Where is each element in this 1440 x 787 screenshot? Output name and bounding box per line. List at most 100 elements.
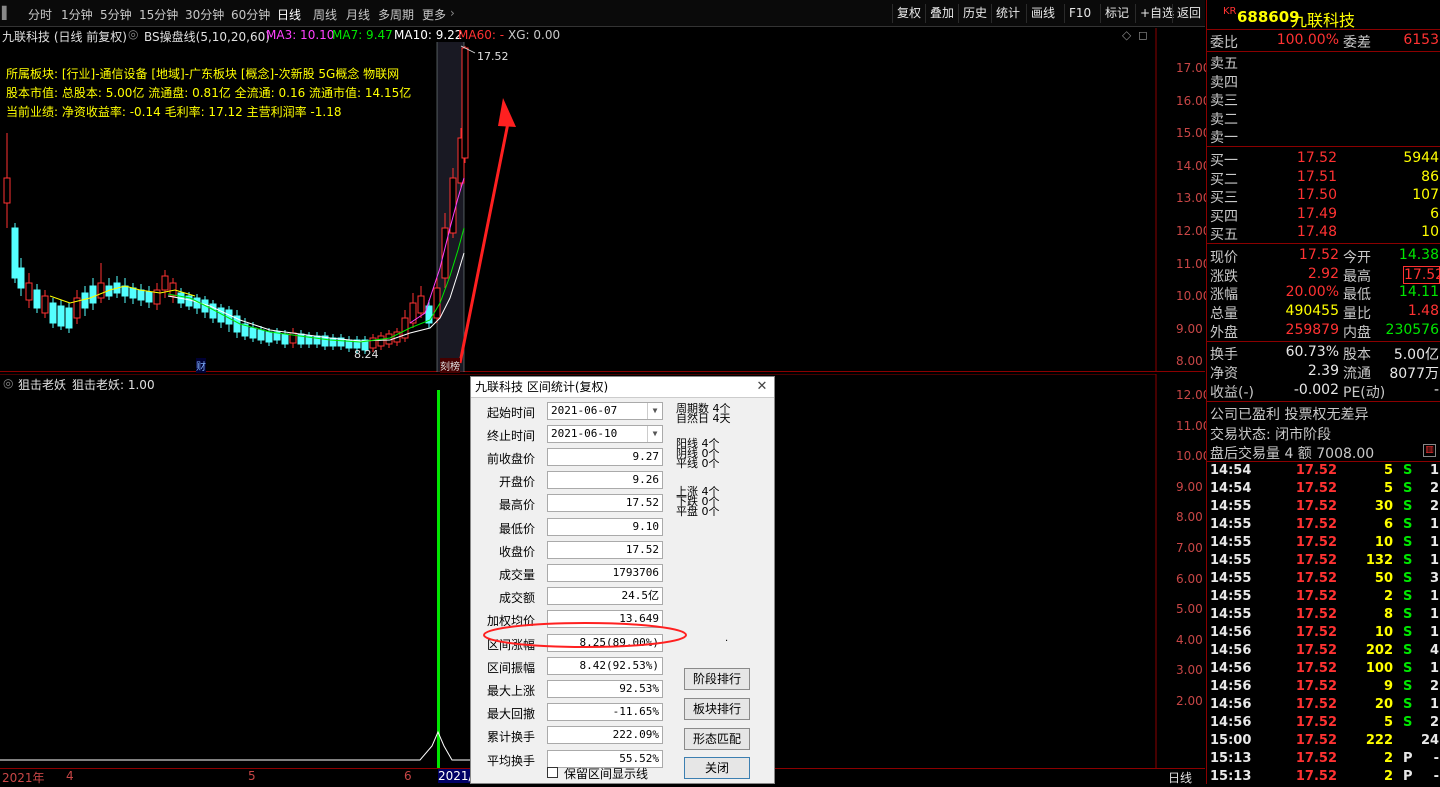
pattern-match-button[interactable]: 形态匹配 xyxy=(684,728,750,750)
period-tab-3[interactable]: 15分钟 xyxy=(139,6,178,23)
field-value-0: 9.27 xyxy=(547,448,663,466)
buy-label: 买二 xyxy=(1210,171,1238,188)
tick-volume: 5 xyxy=(1383,715,1393,730)
finance-marker[interactable]: 财 xyxy=(196,358,206,373)
tick-price: 17.52 xyxy=(1295,643,1337,658)
buy-row-3: 买四 17.49 6 xyxy=(1207,205,1440,225)
tick-time: 14:56 xyxy=(1210,643,1252,658)
field-value-5: 1793706 xyxy=(547,564,663,582)
tick-time: 14:56 xyxy=(1210,715,1252,730)
tool-button-2[interactable]: 历史 xyxy=(958,4,991,23)
chart-icon[interactable]: ▥ xyxy=(1423,444,1436,457)
tick-side: S xyxy=(1403,607,1413,622)
sell-row-0: 卖五 xyxy=(1207,53,1440,72)
candle-body xyxy=(377,335,385,347)
highlight-ellipse xyxy=(483,622,687,648)
tool-button-0[interactable]: 复权 xyxy=(892,4,925,23)
trade-status: 交易状态: 闭市阶段 xyxy=(1210,427,1332,443)
stat-row-4: 外盘 259879 内盘 230576 xyxy=(1207,322,1440,341)
sell-label: 卖三 xyxy=(1210,93,1238,109)
stat-label: 最高 xyxy=(1343,268,1371,285)
tool-button-4[interactable]: 画线 xyxy=(1026,4,1059,23)
tick-row: 14:55 17.52 30 S 2 xyxy=(1207,499,1440,517)
close-button[interactable]: 关闭 xyxy=(684,757,750,779)
tool-button-1[interactable]: 叠加 xyxy=(925,4,958,23)
buy-volume: 6 xyxy=(1430,205,1439,222)
tick-time: 14:56 xyxy=(1210,697,1252,712)
stat2-value: -0.002 xyxy=(1293,382,1339,398)
tick-count: 1 xyxy=(1429,589,1439,604)
tool-button-8[interactable]: 返回 xyxy=(1172,4,1205,23)
tick-volume: 222 xyxy=(1365,733,1393,748)
period-tab-9[interactable]: 多周期 xyxy=(378,6,414,23)
stat2-value: - xyxy=(1433,382,1439,398)
sell-label: 卖一 xyxy=(1210,130,1238,146)
end-date-picker[interactable]: 2021-06-10 ▼ xyxy=(547,425,663,443)
candle-body xyxy=(385,333,393,345)
period-tab-10[interactable]: 更多 xyxy=(422,6,446,23)
tick-price: 17.52 xyxy=(1295,697,1337,712)
start-date-picker[interactable]: 2021-06-07 ▼ xyxy=(547,402,663,420)
sell-label: 卖四 xyxy=(1210,74,1238,91)
period-tab-4[interactable]: 30分钟 xyxy=(185,6,224,23)
signal-bar xyxy=(437,390,440,768)
tick-price: 17.52 xyxy=(1295,589,1337,604)
tool-button-5[interactable]: F10 xyxy=(1064,4,1095,23)
stat2-label: 收益(-) xyxy=(1210,385,1254,401)
period-tab-5[interactable]: 60分钟 xyxy=(231,6,270,23)
chevron-right-icon[interactable]: › xyxy=(450,6,455,20)
period-tab-2[interactable]: 5分钟 xyxy=(100,6,132,23)
ytick-sub: 8.00 xyxy=(1176,510,1203,525)
candle-body xyxy=(313,335,321,345)
tick-time: 14:55 xyxy=(1210,553,1252,568)
axis-cursor-label: 2021/ xyxy=(438,769,473,783)
candle-body xyxy=(433,287,441,319)
field-label-12: 累计换手 xyxy=(486,730,535,745)
stat2-value: 60.73% xyxy=(1285,344,1339,360)
stat2-row-2: 收益(-) -0.002 PE(动) - xyxy=(1207,382,1440,401)
sector-rank-button[interactable]: 板块排行 xyxy=(684,698,750,720)
stock-name: 九联科技 xyxy=(1291,11,1356,30)
keep-range-checkbox[interactable] xyxy=(547,767,558,778)
field-label-2: 最高价 xyxy=(498,498,535,513)
close-icon[interactable]: ✕ xyxy=(754,379,770,395)
tool-button-6[interactable]: 标记 xyxy=(1100,4,1133,23)
buy-row-4: 买五 17.48 10 xyxy=(1207,224,1440,243)
tick-time: 14:55 xyxy=(1210,517,1252,532)
menu-icon[interactable]: ▌ xyxy=(2,6,11,20)
stat-value: 2.92 xyxy=(1307,265,1339,282)
candle-body xyxy=(249,327,257,339)
buy-price: 17.48 xyxy=(1296,224,1337,240)
company-info: 公司已盈利 投票权无差异 xyxy=(1210,407,1369,423)
period-tab-0[interactable]: 分时 xyxy=(28,6,52,23)
period-tab-6[interactable]: 日线 xyxy=(277,6,301,23)
field-value-6: 24.5亿 xyxy=(547,587,663,606)
tick-side: S xyxy=(1403,643,1413,658)
tick-volume: 5 xyxy=(1383,481,1393,496)
tick-time: 14:54 xyxy=(1210,481,1252,496)
buy-label: 买五 xyxy=(1210,227,1238,243)
stat-label: 涨幅 xyxy=(1210,287,1238,304)
tick-side: S xyxy=(1403,589,1413,604)
period-tab-1[interactable]: 1分钟 xyxy=(61,6,93,23)
tick-time: 14:55 xyxy=(1210,571,1252,586)
axis-label: 5 xyxy=(248,769,256,783)
sell-label: 卖五 xyxy=(1210,56,1238,72)
tick-count: 1 xyxy=(1429,607,1439,622)
tick-volume: 9 xyxy=(1383,679,1393,694)
tick-price: 17.52 xyxy=(1295,571,1337,586)
tool-button-3[interactable]: 统计 xyxy=(991,4,1024,23)
main-kline-chart[interactable]: 九联科技 (日线 前复权) ◎ BS操盘线(5,10,20,60) MA3: 1… xyxy=(0,27,1210,373)
candle-body xyxy=(129,287,137,299)
stage-rank-button[interactable]: 阶段排行 xyxy=(684,668,750,690)
tick-price: 17.52 xyxy=(1295,535,1337,550)
listing-marker[interactable]: 刻榜 xyxy=(440,358,460,373)
field-value-12: 222.09% xyxy=(547,726,663,745)
tick-row: 14:55 17.52 10 S 1 xyxy=(1207,535,1440,553)
period-tab-8[interactable]: 月线 xyxy=(346,6,370,23)
tick-row: 14:56 17.52 202 S 4 xyxy=(1207,643,1440,661)
period-label[interactable]: 日线 xyxy=(1168,769,1192,786)
tick-row: 15:00 17.52 222 24 xyxy=(1207,733,1440,751)
tick-count: 1 xyxy=(1429,517,1439,532)
period-tab-7[interactable]: 周线 xyxy=(313,6,337,23)
